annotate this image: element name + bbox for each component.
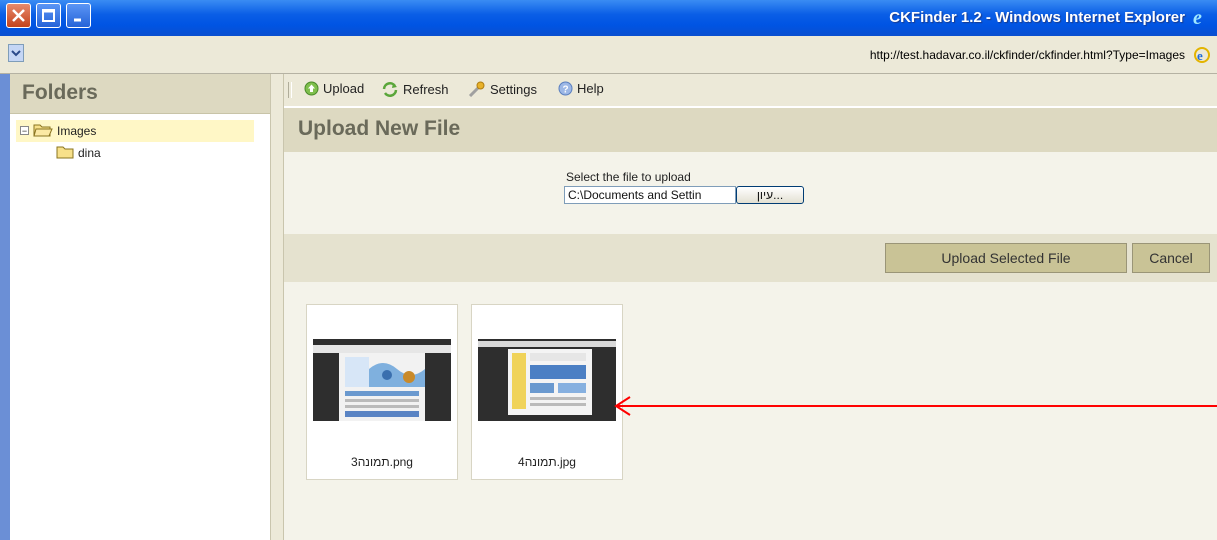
window-title: CKFinder 1.2 - Windows Internet Explorer [889,9,1185,26]
file-preview-image [478,339,616,421]
tree-item-label: dina [78,145,101,160]
upload-toolbar-button[interactable]: Upload [304,81,364,96]
upload-icon [304,81,319,96]
upload-form: Select the file to upload C:\Documents a… [284,152,1217,234]
refresh-icon [382,82,398,97]
svg-text:e: e [1193,7,1202,28]
close-icon [12,9,25,22]
address-dropdown-button[interactable] [8,44,24,62]
folder-icon [56,146,74,159]
folders-panel [10,74,270,540]
toolbar-grip [288,82,292,98]
close-window-button[interactable] [6,3,31,28]
address-bar: http://test.hadavar.co.il/ckfinder/ckfin… [0,36,1217,74]
window-title-bar: CKFinder 1.2 - Windows Internet Explorer… [0,0,1217,36]
file-thumbnail[interactable]: 4תמונה.jpg [471,304,623,480]
page-ie-icon: e [1194,47,1210,63]
upload-action-bar: Upload Selected File Cancel [284,234,1217,282]
settings-toolbar-button[interactable]: Settings [468,81,537,97]
file-select-label: Select the file to upload [566,170,691,184]
refresh-toolbar-button[interactable]: Refresh [381,81,449,97]
file-name: 3תמונה.png [351,455,413,469]
help-toolbar-button[interactable]: ? Help [558,81,604,96]
file-name: 4תמונה.jpg [518,455,576,469]
minimize-icon [74,18,81,22]
file-path-input[interactable]: C:\Documents and Settin [564,186,736,204]
address-url[interactable]: http://test.hadavar.co.il/ckfinder/ckfin… [870,48,1185,62]
cancel-button[interactable]: Cancel [1132,243,1210,273]
tree-item-images[interactable]: − Images [20,123,96,138]
tree-item-label: Images [57,123,97,138]
svg-text:?: ? [563,85,569,96]
help-icon: ? [558,81,573,96]
upload-panel-title: Upload New File [298,117,461,140]
folders-header: Folders [10,74,272,114]
wrench-icon [468,81,485,97]
svg-text:e: e [1197,48,1203,63]
chevron-down-icon [11,50,21,57]
file-thumbnail[interactable]: 3תמונה.png [306,304,458,480]
collapse-toggle-icon[interactable]: − [20,126,29,136]
maximize-window-button[interactable] [36,3,61,28]
tree-item-dina[interactable]: dina [56,145,101,160]
toolbar: Upload Refresh Settings ? Help [284,74,1217,106]
pane-splitter[interactable] [270,74,284,540]
file-preview-image [313,339,451,421]
window-left-frame [0,74,10,540]
maximize-icon [42,9,55,22]
internet-explorer-icon: e [1193,7,1202,28]
minimize-window-button[interactable] [66,3,91,28]
folder-open-icon [33,124,53,137]
folders-title: Folders [22,81,98,104]
browse-button[interactable]: עיון... [736,186,804,204]
annotation-arrow [614,396,1217,416]
upload-panel-header: Upload New File [284,108,1217,152]
upload-selected-file-button[interactable]: Upload Selected File [885,243,1127,273]
